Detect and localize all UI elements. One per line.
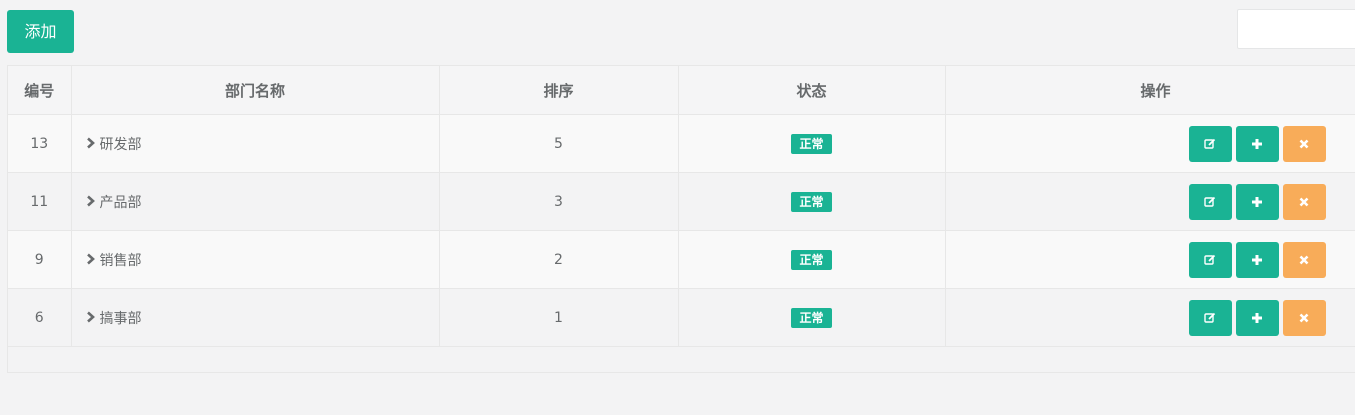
cell-order: 5 [439, 114, 679, 173]
table-header-row: 编号 部门名称 排序 状态 操作 [8, 66, 1355, 115]
delete-button[interactable] [1282, 125, 1326, 162]
cell-status: 正常 [678, 230, 946, 289]
header-id[interactable]: 编号 [8, 66, 72, 115]
status-badge: 正常 [791, 191, 832, 212]
cell-order: 2 [439, 230, 679, 289]
header-name[interactable]: 部门名称 [71, 66, 440, 115]
header-status[interactable]: 状态 [678, 66, 946, 115]
cell-id: 13 [8, 114, 72, 173]
delete-button[interactable] [1282, 241, 1326, 278]
cell-status: 正常 [678, 288, 946, 347]
add-child-button[interactable] [1235, 183, 1279, 220]
cell-status: 正常 [678, 114, 946, 173]
table-row[interactable]: 11 产品部 3 正常 [8, 172, 1355, 231]
cell-name[interactable]: 搞事部 [71, 288, 440, 347]
cell-status: 正常 [678, 172, 946, 231]
department-table: 编号 部门名称 排序 状态 操作 13 研发部 5 正常 11 产品部 3 正常 9 销售部 2 正常… [7, 65, 1355, 373]
cell-id: 9 [8, 230, 72, 289]
chevron-right-icon[interactable] [86, 137, 96, 153]
table-row[interactable]: 13 研发部 5 正常 [8, 114, 1355, 173]
cell-id: 6 [8, 288, 72, 347]
search-input[interactable] [1237, 9, 1355, 49]
add-child-button[interactable] [1235, 299, 1279, 336]
edit-button[interactable] [1188, 299, 1232, 336]
cell-name[interactable]: 研发部 [71, 114, 440, 173]
status-badge: 正常 [791, 133, 832, 154]
cell-order: 3 [439, 172, 679, 231]
cell-name[interactable]: 产品部 [71, 172, 440, 231]
edit-button[interactable] [1188, 241, 1232, 278]
edit-button[interactable] [1188, 125, 1232, 162]
header-order[interactable]: 排序 [439, 66, 679, 115]
cell-actions [945, 230, 1355, 289]
toolbar: 添加 [0, 0, 1355, 60]
chevron-right-icon[interactable] [86, 311, 96, 327]
table-row[interactable]: 6 搞事部 1 正常 [8, 288, 1355, 347]
cell-name[interactable]: 销售部 [71, 230, 440, 289]
department-name: 研发部 [99, 136, 142, 153]
department-name: 产品部 [99, 194, 142, 211]
chevron-right-icon[interactable] [86, 195, 96, 211]
status-badge: 正常 [791, 249, 832, 270]
department-name: 销售部 [99, 252, 142, 269]
add-child-button[interactable] [1235, 241, 1279, 278]
header-actions: 操作 [945, 66, 1355, 115]
cell-actions [945, 172, 1355, 231]
add-child-button[interactable] [1235, 125, 1279, 162]
cell-actions [945, 288, 1355, 347]
cell-id: 11 [8, 172, 72, 231]
table-body: 13 研发部 5 正常 11 产品部 3 正常 9 销售部 2 正常 6 搞事部 1 正常 [8, 114, 1355, 347]
cell-actions [945, 114, 1355, 173]
status-badge: 正常 [791, 307, 832, 328]
table-row[interactable]: 9 销售部 2 正常 [8, 230, 1355, 289]
edit-button[interactable] [1188, 183, 1232, 220]
add-button[interactable]: 添加 [7, 10, 74, 53]
chevron-right-icon[interactable] [86, 253, 96, 269]
delete-button[interactable] [1282, 299, 1326, 336]
department-name: 搞事部 [99, 310, 142, 327]
delete-button[interactable] [1282, 183, 1326, 220]
cell-order: 1 [439, 288, 679, 347]
